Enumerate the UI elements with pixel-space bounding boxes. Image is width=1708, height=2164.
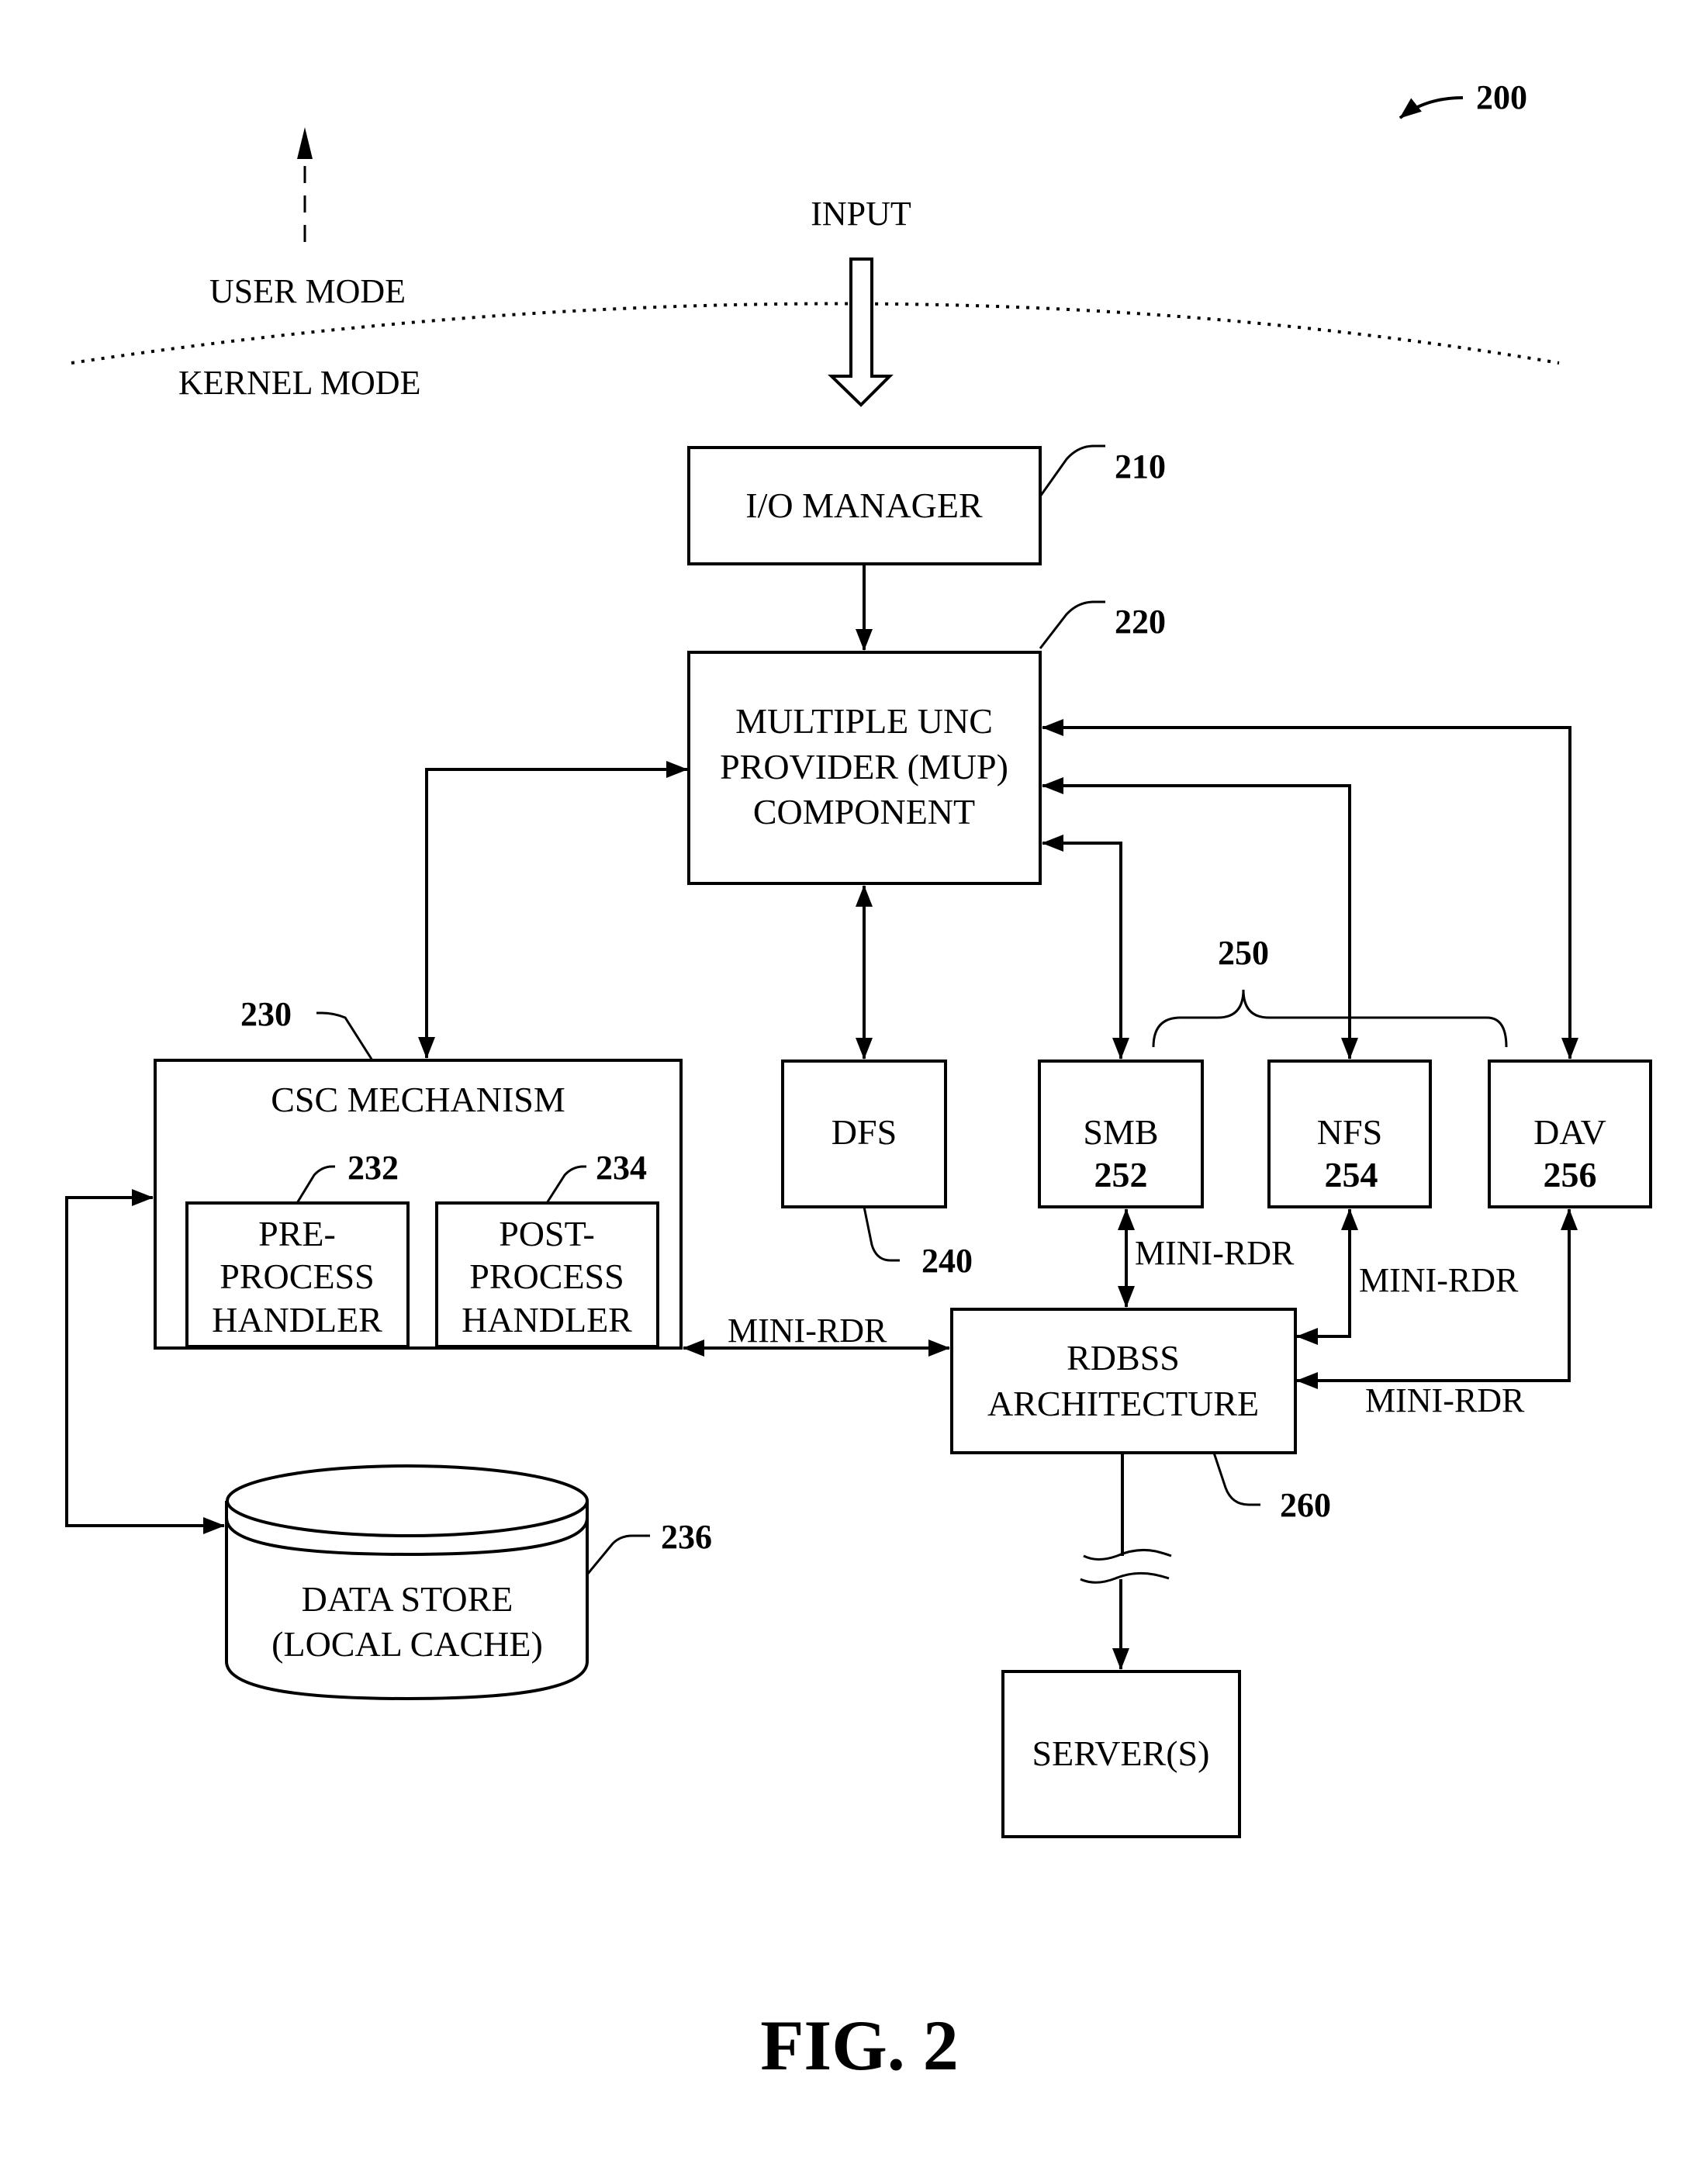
smb-box: SMB 252 xyxy=(1038,1060,1204,1208)
mup-label-line-3: COMPONENT xyxy=(753,792,975,831)
post-process-handler-box: POST- PROCESS HANDLER xyxy=(435,1201,659,1348)
ref-232: 232 xyxy=(347,1149,399,1187)
post-handler-line-3: HANDLER xyxy=(462,1300,632,1340)
network-break-icon xyxy=(1083,1549,1172,1561)
dfs-label: DFS xyxy=(832,1112,897,1152)
user-mode-label: USER MODE xyxy=(209,272,406,310)
ref-leader-240 xyxy=(863,1206,900,1262)
ref-leader-210 xyxy=(1039,444,1105,497)
ref-210: 210 xyxy=(1115,448,1166,486)
servers-label: SERVER(S) xyxy=(1032,1734,1210,1773)
ref-leader-230 xyxy=(316,1011,374,1061)
pre-handler-line-2: PROCESS xyxy=(220,1257,374,1296)
arrow-up-icon xyxy=(297,127,313,159)
dav-box: DAV 256 xyxy=(1488,1060,1652,1208)
smb-number: 252 xyxy=(1094,1155,1148,1194)
mode-boundary-line xyxy=(71,302,1560,365)
edge-mup-smb xyxy=(1042,835,1129,1060)
ref-240: 240 xyxy=(921,1242,973,1280)
figure-ref-number: 200 xyxy=(1476,78,1527,116)
pre-handler-line-3: HANDLER xyxy=(212,1300,382,1340)
ref-260: 260 xyxy=(1280,1486,1331,1524)
figure-caption: FIG. 2 xyxy=(760,2006,959,2085)
nfs-box: NFS 254 xyxy=(1267,1060,1432,1208)
group-bracket-250 xyxy=(1152,989,1508,1048)
nfs-number: 254 xyxy=(1325,1155,1378,1194)
edge-dav-rdbss-label: MINI-RDR xyxy=(1365,1381,1525,1419)
edge-rdbss-servers xyxy=(1080,1453,1172,1670)
csc-label: CSC MECHANISM xyxy=(271,1080,565,1119)
architecture-diagram: 200 USER MODE KERNEL MODE INPUT I/O MANA… xyxy=(65,78,1652,2085)
edge-smb-rdbss-label: MINI-RDR xyxy=(1135,1234,1295,1272)
mup-label-line-2: PROVIDER (MUP) xyxy=(720,747,1008,786)
post-handler-line-1: POST- xyxy=(499,1214,595,1253)
io-manager-box: I/O MANAGER xyxy=(687,446,1042,565)
edge-nfs-rdbss-label: MINI-RDR xyxy=(1359,1261,1519,1299)
dav-number: 256 xyxy=(1544,1155,1597,1194)
rdbss-box: RDBSS ARCHITECTURE xyxy=(950,1308,1297,1454)
smb-label: SMB xyxy=(1083,1112,1158,1152)
dfs-box: DFS xyxy=(781,1060,947,1208)
ref-leader-260 xyxy=(1212,1452,1260,1506)
ref-234: 234 xyxy=(596,1149,647,1187)
data-store-line-1: DATA STORE xyxy=(302,1579,513,1619)
post-handler-line-2: PROCESS xyxy=(469,1257,624,1296)
figure-ref-arrow-icon xyxy=(1399,96,1464,119)
ref-236: 236 xyxy=(661,1518,712,1556)
nfs-label: NFS xyxy=(1317,1112,1382,1152)
kernel-mode-label: KERNEL MODE xyxy=(178,364,420,402)
ref-230: 230 xyxy=(240,995,292,1033)
user-mode-arrow xyxy=(297,127,313,242)
figure-ref-200: 200 xyxy=(1399,78,1527,119)
data-store-line-2: (LOCAL CACHE) xyxy=(271,1624,543,1664)
io-manager-label: I/O MANAGER xyxy=(745,486,983,525)
dav-label: DAV xyxy=(1533,1112,1606,1152)
rdbss-line-1: RDBSS xyxy=(1067,1338,1180,1378)
pre-handler-line-1: PRE- xyxy=(258,1214,336,1253)
edge-nfs-rdbss xyxy=(1296,1208,1358,1345)
input-arrow-icon xyxy=(828,258,894,407)
data-store-cylinder: DATA STORE (LOCAL CACHE) xyxy=(225,1464,589,1701)
input-label: INPUT xyxy=(811,195,911,233)
servers-box: SERVER(S) xyxy=(1001,1670,1241,1838)
edge-csc-rdbss-label: MINI-RDR xyxy=(728,1312,887,1350)
edge-mup-csc xyxy=(418,761,688,1059)
mup-label-line-1: MULTIPLE UNC xyxy=(735,701,993,741)
ref-leader-236 xyxy=(586,1534,650,1575)
ref-220: 220 xyxy=(1115,603,1166,641)
mup-box: MULTIPLE UNC PROVIDER (MUP) COMPONENT xyxy=(687,651,1042,885)
ref-250: 250 xyxy=(1218,934,1269,972)
pre-process-handler-box: PRE- PROCESS HANDLER xyxy=(185,1201,410,1348)
ref-leader-220 xyxy=(1039,600,1105,649)
rdbss-line-2: ARCHITECTURE xyxy=(987,1384,1259,1423)
